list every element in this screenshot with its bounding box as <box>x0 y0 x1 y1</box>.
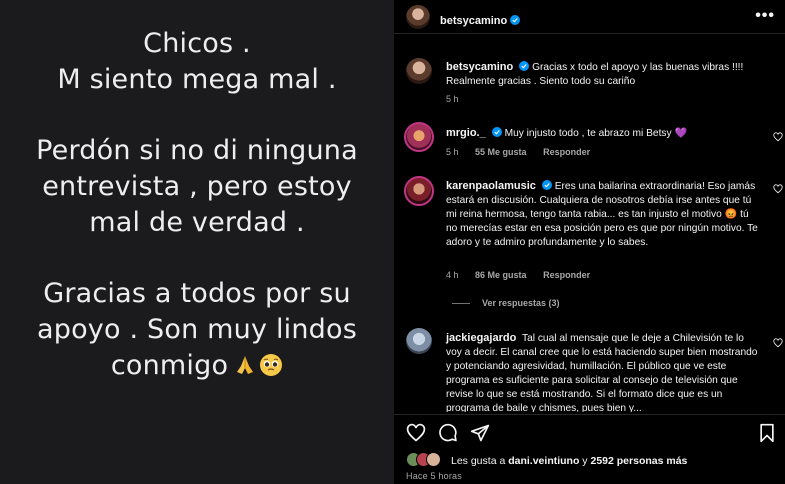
caption-line-1: Gracias x todo el apoyo y las buenas vib… <box>532 62 744 73</box>
story-panel: Chicos . M siento mega mal . Perdón si n… <box>0 0 394 484</box>
comment-username[interactable]: jackiegajardo <box>446 332 516 344</box>
story-line-5: mal de verdad . <box>89 207 305 238</box>
verified-badge-icon <box>491 127 502 137</box>
comment-body: Muy injusto todo , te abrazo mi Betsy 💜 <box>504 128 688 139</box>
comment-meta: 4 h 86 Me gusta Responder <box>446 270 604 280</box>
caption-time: 5 h <box>446 94 459 104</box>
verified-badge-icon <box>510 15 521 25</box>
author-name-row: betsycamino <box>440 11 521 29</box>
comment-text: jackiegajardo Tal cual al mensaje que le… <box>446 331 758 412</box>
comment-avatar[interactable] <box>406 328 432 354</box>
comment-mrgio: mrgio._ Muy injusto todo , te abrazo mi … <box>394 122 785 162</box>
like-comment-heart-icon[interactable] <box>773 184 783 194</box>
post-timestamp: Hace 5 horas <box>406 471 462 481</box>
heart-icon[interactable] <box>406 423 426 443</box>
replies-divider <box>452 303 470 304</box>
comment-icon[interactable] <box>438 423 458 443</box>
story-line-3: Perdón si no di ninguna <box>36 135 358 166</box>
share-icon[interactable] <box>470 423 490 443</box>
caption-username[interactable]: betsycamino <box>446 61 513 73</box>
like-comment-heart-icon[interactable] <box>773 132 783 142</box>
liker-avatar <box>426 452 441 467</box>
story-line-7: apoyo . Son muy lindos <box>36 314 357 345</box>
comment-time: 4 h <box>446 270 459 280</box>
view-replies-button[interactable]: Ver respuestas (3) <box>482 298 560 308</box>
comment-username[interactable]: mrgio._ <box>446 127 486 139</box>
comment-jackie: jackiegajardo Tal cual al mensaje que le… <box>394 328 785 412</box>
post-panel: betsycamino ••• betsycamino Gracias x to… <box>394 0 785 484</box>
caption-line-2: Realmente gracias . Siento todo su cariñ… <box>446 76 636 87</box>
comment-meta: 5 h 55 Me gusta Responder <box>446 147 604 157</box>
comment-body: Tal cual al mensaje que le deje a Chilev… <box>446 333 758 412</box>
more-options-icon[interactable]: ••• <box>755 7 775 25</box>
post-header: betsycamino ••• <box>394 0 785 34</box>
story-line-1: Chicos . <box>143 28 251 59</box>
verified-badge-icon <box>519 61 530 71</box>
likes-prefix: Les gusta a <box>451 455 509 467</box>
comment-text: mrgio._ Muy injusto todo , te abrazo mi … <box>446 126 766 141</box>
likes-user[interactable]: dani.veintiuno <box>508 455 579 467</box>
reply-button[interactable]: Responder <box>543 270 590 280</box>
comment-avatar[interactable] <box>404 176 434 206</box>
story-line-4: entrevista , pero estoy <box>42 171 352 202</box>
comment-karen: karenpaolamusic Eres una bailarina extra… <box>394 176 785 286</box>
caption-avatar[interactable] <box>406 58 432 84</box>
likes-middle: y <box>579 455 591 467</box>
comment-username[interactable]: karenpaolamusic <box>446 180 536 192</box>
comment-likes[interactable]: 86 Me gusta <box>475 270 527 280</box>
verified-badge-icon <box>541 180 552 190</box>
bookmark-icon[interactable] <box>757 423 777 443</box>
post-actions-bar <box>394 414 785 448</box>
like-comment-heart-icon[interactable] <box>773 338 783 348</box>
author-avatar[interactable] <box>406 5 430 29</box>
folded-hands-emoji <box>237 356 254 374</box>
story-line-8-text: conmigo <box>110 350 229 381</box>
comment-likes[interactable]: 55 Me gusta <box>475 147 527 157</box>
author-username[interactable]: betsycamino <box>440 15 507 27</box>
comment-avatar[interactable] <box>404 122 434 152</box>
likes-count[interactable]: 2592 personas más <box>590 455 687 467</box>
caption-text: betsycamino Gracias x todo el apoyo y la… <box>446 60 766 89</box>
reply-button[interactable]: Responder <box>543 147 590 157</box>
comment-text: karenpaolamusic Eres una bailarina extra… <box>446 179 758 250</box>
story-line-8: conmigo <box>0 350 394 381</box>
pleading-face-emoji <box>260 354 283 376</box>
story-line-2: M siento mega mal . <box>57 64 337 95</box>
caption-meta: 5 h <box>446 94 473 104</box>
comment-time: 5 h <box>446 147 459 157</box>
likes-summary[interactable]: Les gusta a dani.veintiuno y 2592 person… <box>451 455 687 467</box>
caption: betsycamino Gracias x todo el apoyo y la… <box>394 58 785 108</box>
story-line-6: Gracias a todos por su <box>43 278 351 309</box>
